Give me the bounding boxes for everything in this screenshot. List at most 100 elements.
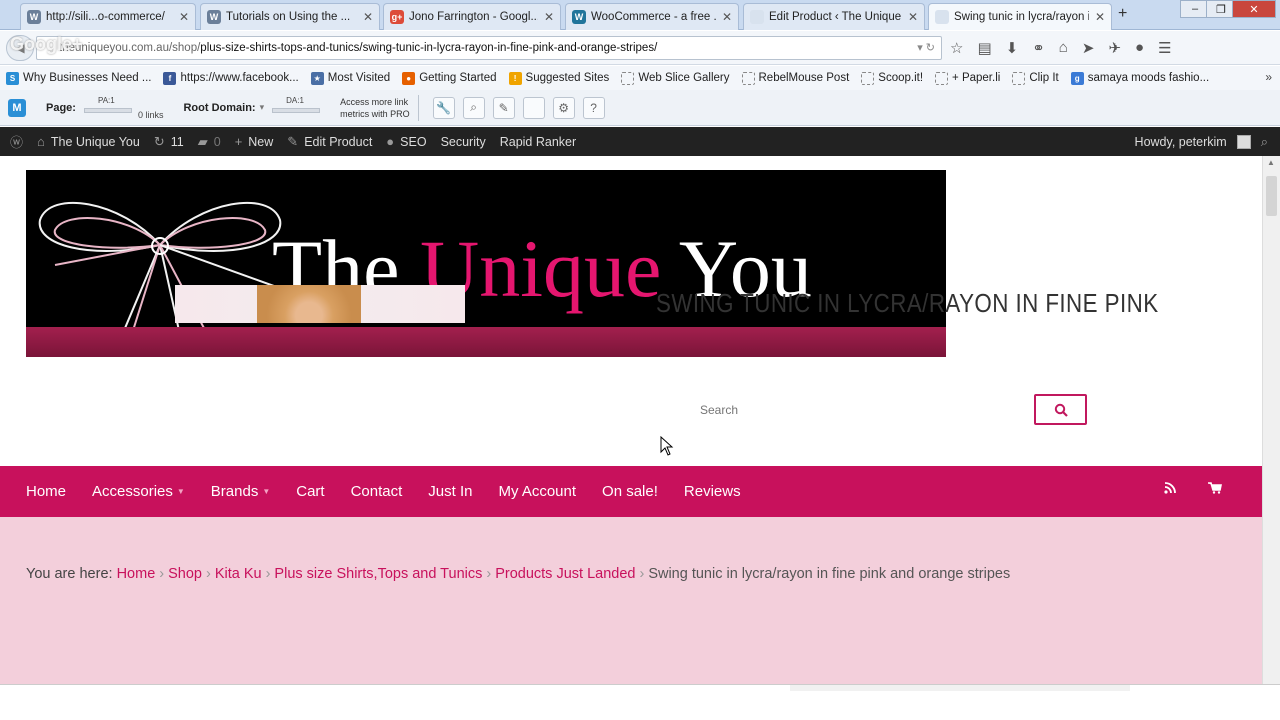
close-window-button[interactable]: ✕ [1232, 0, 1276, 18]
moz-logo-icon[interactable]: M [8, 98, 26, 117]
admin-new[interactable]: + New [235, 134, 274, 149]
tab-close-icon[interactable]: ✕ [544, 10, 554, 24]
extension-icon[interactable]: ✈ [1108, 39, 1121, 57]
bookmark-star-icon[interactable]: ☆ [950, 39, 963, 57]
breadcrumb-link[interactable]: Products Just Landed [495, 566, 635, 582]
wordpress-logo-icon[interactable]: ⓦ [10, 132, 23, 151]
reload-icon[interactable]: ▾ ↻ [917, 41, 935, 54]
bookmark-label: Clip It [1029, 72, 1059, 84]
nav-item-cart[interactable]: Cart [296, 483, 324, 500]
admin-comments[interactable]: ▰ 0 [198, 134, 221, 150]
breadcrumb-separator: › [159, 566, 165, 582]
breadcrumb-link[interactable]: Kita Ku [215, 566, 262, 582]
chat-icon[interactable]: ● [1135, 39, 1144, 57]
tab-favicon-icon: W [207, 10, 221, 24]
help-icon[interactable]: ? [582, 96, 605, 119]
nav-item-contact[interactable]: Contact [351, 483, 403, 500]
moz-domain-authority: DA:1 [272, 94, 322, 122]
nav-item-on-sale[interactable]: On sale! [602, 483, 658, 500]
url-bar[interactable]: theuniqueyou.com.au/shop/plus-size-shirt… [36, 36, 942, 60]
search-icon [1054, 403, 1068, 417]
wrench-icon[interactable]: 🔧 [432, 96, 455, 119]
bookmark-item[interactable]: g samaya moods fashio... [1070, 71, 1209, 85]
bookmark-item[interactable]: ★ Most Visited [310, 71, 390, 85]
pencil-icon[interactable]: ✎ [492, 96, 515, 119]
bookmark-item[interactable]: S Why Businesses Need ... [6, 71, 151, 85]
blank-tool-icon[interactable] [522, 96, 545, 119]
nav-item-reviews[interactable]: Reviews [684, 483, 741, 500]
nav-item-my-account[interactable]: My Account [498, 483, 576, 500]
bookmark-item[interactable]: ! Suggested Sites [508, 71, 609, 85]
settings-gear-icon[interactable]: ⚙ [552, 96, 575, 119]
browser-tab[interactable]: Swing tunic in lycra/rayon i... ✕ [928, 3, 1112, 30]
breadcrumb-link[interactable]: Plus size Shirts,Tops and Tunics [274, 566, 482, 582]
search-icon[interactable]: ⌕ [1261, 134, 1268, 150]
bottom-strip [0, 684, 1280, 720]
tab-label: Jono Farrington - Googl... [409, 11, 538, 23]
browser-tab-bar: Whttp://sili...o-commerce/ ✕ W Tutorials on… [0, 0, 1280, 30]
admin-howdy[interactable]: Howdy, peterkim [1135, 135, 1227, 149]
browser-tab[interactable]: Edit Product ‹ The Unique Y... ✕ [743, 3, 925, 30]
rss-icon[interactable] [1164, 482, 1176, 497]
admin-seo[interactable]: ● SEO [386, 134, 426, 149]
page-title: SWING TUNIC IN LYCRA/RAYON IN FINE PINK [656, 288, 1159, 318]
bookmark-item[interactable]: + Paper.li [935, 71, 1000, 85]
bookmark-item[interactable]: ● Getting Started [402, 71, 497, 85]
page-scrollbar[interactable]: ▲ [1262, 156, 1280, 684]
addon-icon[interactable]: ⚭ [1032, 39, 1045, 57]
tab-close-icon[interactable]: ✕ [363, 10, 373, 24]
new-tab-button[interactable]: + [1118, 5, 1127, 23]
home-icon[interactable]: ⌂ [1059, 39, 1068, 57]
moz-pro-note[interactable]: Access more link metrics with PRO [340, 96, 410, 120]
admin-updates[interactable]: ↻ 11 [154, 134, 184, 150]
moz-links-count: 0 links [137, 109, 164, 120]
tab-label: Edit Product ‹ The Unique Y... [769, 11, 902, 23]
tab-close-icon[interactable]: ✕ [179, 10, 189, 24]
tab-close-icon[interactable]: ✕ [908, 10, 918, 24]
chevron-down-icon: ▼ [262, 487, 271, 496]
tab-label: http://sili...o-commerce/ [46, 11, 165, 23]
breadcrumb: You are here: Home › Shop › Kita Ku › Plus siz… [26, 566, 1010, 582]
admin-edit-product[interactable]: ✎ Edit Product [287, 134, 372, 150]
breadcrumb-link[interactable]: Home [117, 566, 156, 582]
breadcrumb-separator: › [639, 566, 645, 582]
bookmark-item[interactable]: RebelMouse Post [741, 71, 849, 85]
site-banner[interactable]: The Unique You [26, 170, 946, 357]
bookmark-favicon-icon: ★ [310, 71, 324, 85]
bookmarks-overflow-icon[interactable]: » [1265, 70, 1272, 84]
tab-close-icon[interactable]: ✕ [1095, 10, 1105, 24]
product-image[interactable] [175, 285, 465, 323]
reading-list-icon[interactable]: ▤ [977, 39, 991, 57]
send-icon[interactable]: ➤ [1082, 39, 1095, 57]
nav-item-accessories[interactable]: Accessories ▼ [92, 483, 185, 500]
breadcrumb-link[interactable]: Shop [168, 566, 202, 582]
menu-icon[interactable]: ☰ [1158, 39, 1171, 57]
browser-tab[interactable]: Whttp://sili...o-commerce/ ✕ [20, 3, 196, 30]
search-input[interactable] [692, 395, 1022, 425]
browser-tab[interactable]: W Tutorials on Using the ... ✕ [200, 3, 380, 30]
bookmark-favicon-icon: S [6, 71, 19, 85]
bookmark-item[interactable]: f https://www.facebook... [163, 71, 299, 85]
navigation-toolbar: ◀ theuniqueyou.com.au/shop/plus-size-shi… [0, 31, 1280, 65]
avatar[interactable] [1236, 134, 1251, 149]
browser-tab[interactable]: W WooCommerce - a free ... ✕ [565, 3, 739, 30]
nav-item-home[interactable]: Home [26, 483, 66, 500]
moz-page-authority: PA:1 [83, 94, 134, 122]
bookmark-favicon-icon [741, 71, 755, 85]
browser-tab[interactable]: g+ Jono Farrington - Googl... ✕ [383, 3, 561, 30]
nav-item-just-in[interactable]: Just In [428, 483, 472, 500]
admin-security[interactable]: Security [441, 135, 486, 149]
admin-site-name[interactable]: ⌂ The Unique You [37, 134, 140, 149]
download-icon[interactable]: ⬇ [1006, 39, 1019, 57]
breadcrumb-separator: › [205, 566, 211, 582]
tab-close-icon[interactable]: ✕ [722, 10, 732, 24]
admin-rapid-ranker[interactable]: Rapid Ranker [500, 135, 576, 149]
nav-item-brands[interactable]: Brands ▼ [211, 483, 270, 500]
bookmark-item[interactable]: Web Slice Gallery [621, 71, 730, 85]
cart-icon[interactable] [1208, 482, 1222, 497]
magnifier-icon[interactable]: ⌕ [462, 96, 485, 119]
bookmark-item[interactable]: Clip It [1012, 71, 1059, 85]
bookmark-item[interactable]: Scoop.it! [861, 71, 923, 85]
search-button[interactable] [1034, 394, 1087, 425]
root-domain-dropdown-icon[interactable]: ▾ [260, 102, 265, 113]
